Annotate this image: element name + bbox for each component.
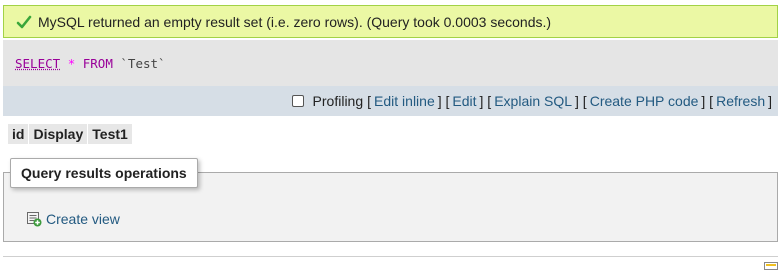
- column-header-display[interactable]: Display: [29, 124, 88, 144]
- column-header-test1[interactable]: Test1: [88, 124, 132, 144]
- divider: [3, 256, 778, 257]
- sql-keyword-select[interactable]: SELECT: [15, 56, 60, 71]
- create-view-icon: [27, 212, 42, 227]
- create-view-link[interactable]: Create view: [46, 211, 120, 227]
- sql-keyword-from: FROM: [82, 55, 113, 71]
- query-success-message: MySQL returned an empty result set (i.e.…: [3, 5, 778, 38]
- explain-sql-link[interactable]: Explain SQL: [494, 93, 572, 109]
- sql-query-text: SELECT * FROM `Test`: [15, 56, 166, 71]
- checkmark-icon: [16, 15, 32, 28]
- sql-table-name: `Test`: [120, 55, 166, 71]
- edit-link[interactable]: Edit: [452, 93, 476, 109]
- result-column-headers: id Display Test1: [8, 124, 133, 144]
- column-header-id[interactable]: id: [8, 124, 29, 144]
- sql-star: *: [67, 55, 76, 71]
- refresh-link[interactable]: Refresh: [716, 93, 765, 109]
- create-view-action[interactable]: Create view: [26, 211, 120, 227]
- edit-inline-link[interactable]: Edit inline: [374, 93, 435, 109]
- profiling-checkbox[interactable]: [291, 95, 304, 107]
- sql-query-box: SELECT * FROM `Test`: [3, 40, 778, 86]
- query-toolbar: Profiling [Edit inline] [Edit] [Explain …: [3, 86, 778, 116]
- query-results-operations-title: Query results operations: [10, 158, 198, 188]
- console-toggle-icon[interactable]: [764, 262, 778, 270]
- success-text: MySQL returned an empty result set (i.e.…: [38, 13, 552, 30]
- create-php-code-link[interactable]: Create PHP code: [590, 93, 699, 109]
- profiling-label[interactable]: Profiling: [313, 93, 364, 109]
